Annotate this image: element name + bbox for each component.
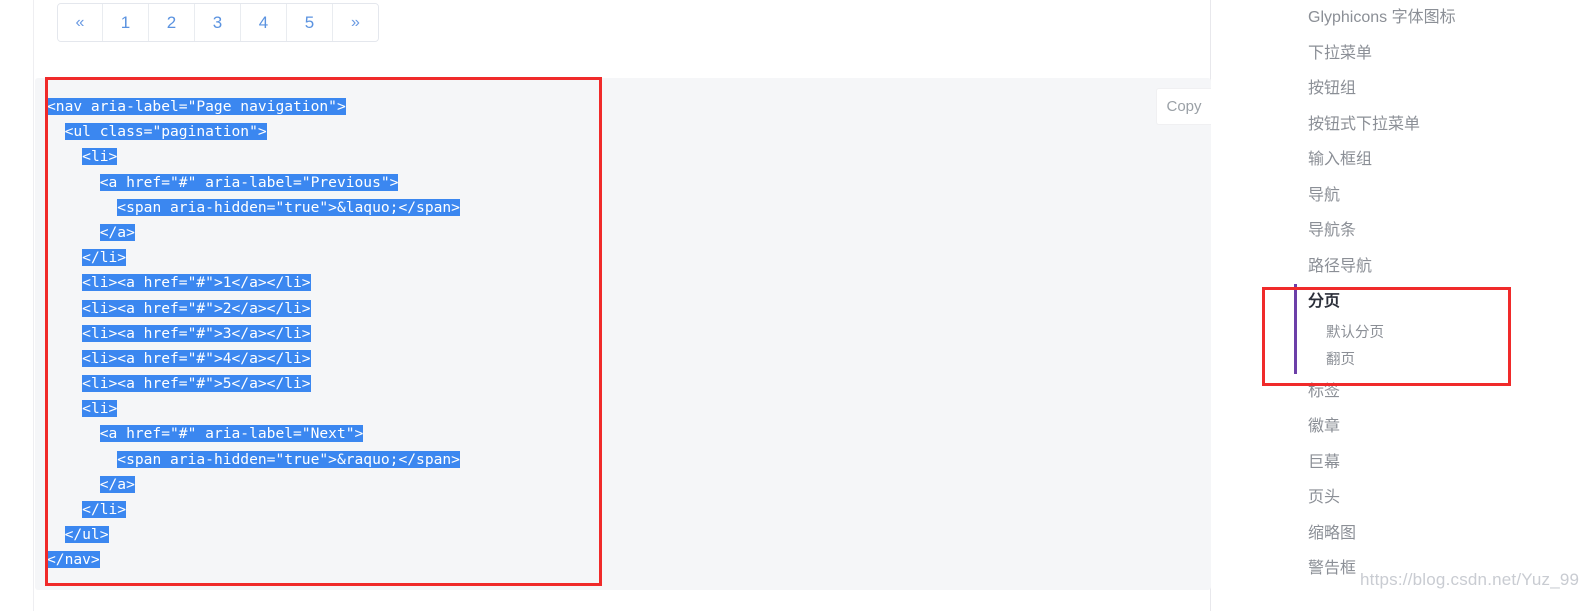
pagination-demo: «1 2 3 4 5» bbox=[57, 3, 379, 42]
sidebar-subitem-pager[interactable]: 翻页 bbox=[1308, 347, 1580, 374]
code-line-text: <li><a href="#">3</a></li> bbox=[82, 324, 311, 342]
code-line: <li><a href="#">2</a></li> bbox=[47, 296, 460, 321]
code-line-text: <li> bbox=[82, 148, 118, 166]
pagination-page-2[interactable]: 2 bbox=[149, 4, 195, 41]
right-sidebar: Glyphicons 字体图标 下拉菜单 按钮组 按钮式下拉菜单 输入框组 导航 导航条 路径… bbox=[1212, 0, 1580, 611]
sidebar-subitem-default-pagination[interactable]: 默认分页 bbox=[1308, 320, 1580, 347]
code-line-text: </ul> bbox=[64, 526, 109, 544]
code-block: Copy <nav aria-label="Page navigation"> … bbox=[35, 78, 1211, 590]
pagination-page-5[interactable]: 5 bbox=[287, 4, 333, 41]
code-line: <a href="#" aria-label="Next"> bbox=[47, 421, 460, 446]
sidebar-item-button-dropdown[interactable]: 按钮式下拉菜单 bbox=[1308, 107, 1580, 143]
sidebar-item-breadcrumb[interactable]: 路径导航 bbox=[1308, 249, 1580, 285]
code-line: </nav> bbox=[47, 547, 460, 572]
code-line: <li><a href="#">4</a></li> bbox=[47, 346, 460, 371]
code-line-text: <a href="#" aria-label="Previous"> bbox=[99, 173, 399, 191]
code-line: <li> bbox=[47, 144, 460, 169]
code-line-text: </a> bbox=[99, 475, 135, 493]
main-content-column: «1 2 3 4 5» Copy <nav aria-label="Page navig… bbox=[0, 0, 1211, 611]
sidebar-item-page-header[interactable]: 页头 bbox=[1308, 480, 1580, 516]
sidebar-item-nav[interactable]: 导航 bbox=[1308, 178, 1580, 214]
sidebar-nav-list: Glyphicons 字体图标 下拉菜单 按钮组 按钮式下拉菜单 输入框组 导航 导航条 路径… bbox=[1294, 0, 1580, 587]
sidebar-item-button-group[interactable]: 按钮组 bbox=[1308, 71, 1580, 107]
sidebar-item-jumbotron[interactable]: 巨幕 bbox=[1308, 445, 1580, 481]
sidebar-item-badge[interactable]: 徽章 bbox=[1308, 409, 1580, 445]
code-line: </li> bbox=[47, 497, 460, 522]
sidebar-item-pagination[interactable]: 分页 bbox=[1308, 284, 1580, 320]
code-line: </a> bbox=[47, 472, 460, 497]
code-line-text: <span aria-hidden="true">&laquo;</span> bbox=[117, 198, 460, 216]
code-line: <span aria-hidden="true">&raquo;</span> bbox=[47, 447, 460, 472]
code-line: <li><a href="#">1</a></li> bbox=[47, 270, 460, 295]
code-line: <ul class="pagination"> bbox=[47, 119, 460, 144]
code-line-text: </li> bbox=[82, 501, 127, 518]
code-line-text: <li><a href="#">4</a></li> bbox=[82, 349, 311, 367]
code-content[interactable]: <nav aria-label="Page navigation"> <ul c… bbox=[47, 94, 460, 573]
code-line-text: <nav aria-label="Page navigation"> bbox=[47, 98, 346, 115]
code-line-text: </a> bbox=[99, 223, 135, 241]
page-root: «1 2 3 4 5» Copy <nav aria-label="Page navig… bbox=[0, 0, 1580, 611]
code-line-text: <ul class="pagination"> bbox=[64, 123, 267, 141]
sidebar-item-dropdown[interactable]: 下拉菜单 bbox=[1308, 36, 1580, 72]
sidebar-item-navbar[interactable]: 导航条 bbox=[1308, 213, 1580, 249]
code-line: <li><a href="#">5</a></li> bbox=[47, 371, 460, 396]
code-line: </li> bbox=[47, 245, 460, 270]
copy-button[interactable]: Copy bbox=[1156, 88, 1211, 125]
code-line-text: <li><a href="#">1</a></li> bbox=[82, 274, 311, 292]
sidebar-item-input-group[interactable]: 输入框组 bbox=[1308, 142, 1580, 178]
pagination-next[interactable]: » bbox=[333, 4, 378, 41]
content-inner: «1 2 3 4 5» Copy <nav aria-label="Page navig… bbox=[33, 0, 1211, 611]
pagination-page-1[interactable]: 1 bbox=[103, 4, 149, 41]
code-line-text: <a href="#" aria-label="Next"> bbox=[99, 425, 364, 443]
pagination-page-4[interactable]: 4 bbox=[241, 4, 287, 41]
code-line-text: <li><a href="#">2</a></li> bbox=[82, 299, 311, 317]
code-line: <li> bbox=[47, 396, 460, 421]
code-line: <li><a href="#">3</a></li> bbox=[47, 321, 460, 346]
sidebar-item-label[interactable]: 标签 bbox=[1308, 374, 1580, 410]
code-line: <span aria-hidden="true">&laquo;</span> bbox=[47, 195, 460, 220]
sidebar-item-glyphicons[interactable]: Glyphicons 字体图标 bbox=[1308, 0, 1580, 36]
pagination-prev[interactable]: « bbox=[58, 4, 103, 41]
code-line: <nav aria-label="Page navigation"> bbox=[47, 94, 460, 119]
code-line: </a> bbox=[47, 220, 460, 245]
code-line-text: </nav> bbox=[47, 551, 100, 569]
watermark: https://blog.csdn.net/Yuz_99 bbox=[1360, 570, 1580, 589]
code-line-text: </li> bbox=[82, 249, 127, 267]
pagination-page-3[interactable]: 3 bbox=[195, 4, 241, 41]
code-line-text: <span aria-hidden="true">&raquo;</span> bbox=[117, 450, 460, 468]
code-line: </ul> bbox=[47, 522, 460, 547]
sidebar-active-group: 分页 默认分页 翻页 bbox=[1294, 284, 1580, 374]
sidebar-item-thumbnail[interactable]: 缩略图 bbox=[1308, 516, 1580, 552]
code-line: <a href="#" aria-label="Previous"> bbox=[47, 170, 460, 195]
code-line-text: <li> bbox=[82, 400, 118, 418]
code-line-text: <li><a href="#">5</a></li> bbox=[82, 375, 311, 393]
pagination-nav: «1 2 3 4 5» bbox=[57, 3, 379, 42]
